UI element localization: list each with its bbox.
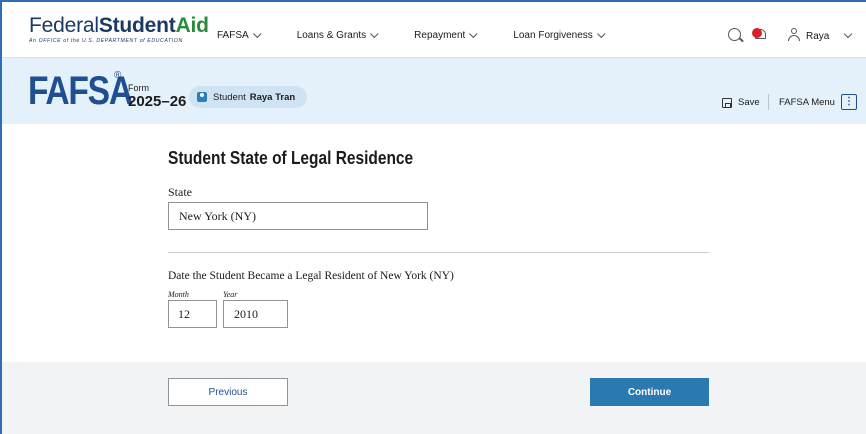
form-label: Form	[128, 83, 149, 93]
logo-aid: Aid	[175, 14, 209, 37]
kebab-menu-icon: ⋮	[840, 94, 857, 110]
user-name[interactable]: Raya	[806, 31, 829, 42]
year-label: Year	[223, 290, 238, 299]
logo-federal: Federal	[29, 14, 99, 37]
chevron-down-icon	[469, 29, 478, 38]
year-field[interactable]: 2010	[223, 300, 288, 328]
month-label: Month	[168, 290, 189, 299]
fafsa-menu-label: FAFSA Menu	[779, 96, 835, 108]
header-divider	[768, 94, 769, 110]
fafsa-header-band: FAFSA ® Form 2025–26 Student Raya Tran S…	[2, 58, 866, 124]
chevron-down-icon	[370, 29, 379, 38]
chevron-down-icon	[596, 29, 606, 38]
fafsa-menu-button[interactable]: FAFSA Menu ⋮	[779, 94, 857, 110]
nav-repayment-label: Repayment	[414, 30, 466, 41]
student-role: Student	[213, 91, 246, 103]
notification-bell-icon[interactable]	[752, 27, 766, 42]
state-field[interactable]: New York (NY)	[168, 202, 428, 230]
registered-mark: ®	[114, 70, 122, 81]
logo-wordmark: FederalStudentAid	[29, 15, 209, 37]
logo-subtitle: An OFFICE of the U.S. DEPARTMENT of EDUC…	[29, 38, 183, 44]
nav-fafsa[interactable]: FAFSA	[217, 29, 262, 41]
user-icon[interactable]	[787, 28, 801, 42]
state-label: State	[168, 185, 192, 199]
search-icon[interactable]	[728, 28, 741, 41]
page-title: Student State of Legal Residence	[168, 148, 414, 168]
student-badge: Student Raya Tran	[189, 86, 308, 108]
section-divider	[168, 252, 709, 253]
student-icon	[197, 92, 207, 102]
residency-date-question: Date the Student Became a Legal Resident…	[168, 270, 454, 282]
nav-loan-forgiveness[interactable]: Loan Forgiveness	[513, 29, 606, 41]
user-head	[791, 28, 797, 34]
federal-student-aid-logo[interactable]: FederalStudentAid An OFFICE of the U.S. …	[29, 15, 209, 45]
save-icon	[722, 97, 732, 108]
notification-dot	[752, 28, 762, 38]
continue-button[interactable]: Continue	[590, 378, 709, 406]
nav-repayment[interactable]: Repayment	[414, 29, 478, 41]
nav-loan-forgiveness-label: Loan Forgiveness	[513, 30, 593, 41]
previous-button[interactable]: Previous	[168, 378, 288, 406]
month-field[interactable]: 12	[168, 300, 217, 328]
nav-loans-grants-label: Loans & Grants	[296, 30, 367, 41]
chevron-down-icon	[252, 29, 262, 38]
student-name: Raya Tran	[249, 91, 296, 103]
nav-fafsa-label: FAFSA	[217, 30, 249, 41]
save-label: Save	[738, 97, 760, 108]
form-footer	[2, 362, 866, 434]
user-body	[788, 35, 800, 41]
logo-student: Student	[98, 14, 176, 37]
form-year: 2025–26	[128, 93, 187, 110]
main-nav: FAFSA Loans & Grants Repayment Loan Forg…	[217, 29, 641, 41]
save-button[interactable]: Save	[722, 97, 760, 108]
nav-loans-grants[interactable]: Loans & Grants	[296, 29, 379, 41]
